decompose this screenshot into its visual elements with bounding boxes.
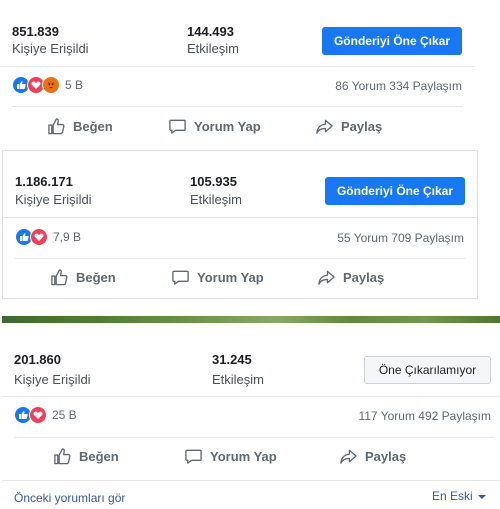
engagement-label: Etkileşim [190, 192, 243, 207]
divider [0, 66, 475, 67]
share-icon [340, 449, 357, 464]
engagement-value: 144.493 [187, 24, 234, 39]
reach-value: 1.186.171 [15, 174, 73, 189]
share-button[interactable]: Paylaş [317, 268, 384, 287]
divider [3, 217, 477, 218]
sort-dropdown[interactable]: En Eski [432, 489, 486, 503]
reach-value: 201.860 [14, 352, 61, 367]
caret-down-icon [477, 495, 486, 499]
divider [2, 396, 500, 397]
reach-label: Kişiye Erişildi [12, 41, 89, 56]
love-reaction-icon [30, 228, 48, 246]
reach-label: Kişiye Erişildi [15, 192, 92, 207]
share-button[interactable]: Paylaş [339, 447, 406, 466]
thumbs-up-icon [48, 118, 65, 135]
share-label: Paylaş [341, 119, 383, 134]
thumbs-up-icon [51, 269, 68, 286]
reach-value: 851.839 [12, 24, 59, 39]
comment-icon [169, 119, 186, 134]
engagement-label: Etkileşim [187, 41, 240, 56]
comment-label: Yorum Yap [210, 449, 277, 464]
comment-label: Yorum Yap [194, 119, 261, 134]
reach-label: Kişiye Erişildi [14, 372, 91, 387]
reactions-summary[interactable]: 5 B [12, 76, 83, 94]
share-icon [318, 270, 335, 285]
comment-share-counts[interactable]: 117 Yorum 492 Paylaşım [358, 409, 491, 423]
previous-comments-link[interactable]: Önceki yorumları gör [14, 491, 125, 505]
comment-button[interactable]: Yorum Yap [171, 268, 264, 287]
reaction-count: 5 B [65, 78, 84, 92]
post-card-1: 851.839 Kişiye Erişildi 144.493 Etkileşi… [0, 0, 475, 150]
comment-icon [185, 449, 202, 464]
thumbs-up-icon [54, 448, 71, 465]
post-card-3: 201.860 Kişiye Erişildi 31.245 Etkileşim… [2, 316, 500, 509]
photo-edge [2, 316, 500, 323]
engagement-label: Etkileşim [212, 372, 265, 387]
boost-unavailable-button: Öne Çıkarılamıyor [364, 356, 491, 384]
share-label: Paylaş [343, 270, 385, 285]
divider [14, 437, 494, 438]
like-button[interactable]: Beğen [53, 447, 119, 466]
boost-post-button[interactable]: Gönderiyi Öne Çıkar [322, 27, 462, 55]
comment-share-counts[interactable]: 86 Yorum 334 Paylaşım [335, 79, 462, 93]
reactions-summary[interactable]: 7,9 B [15, 228, 81, 246]
like-label: Beğen [79, 449, 119, 464]
reaction-count: 7,9 B [53, 230, 82, 244]
sort-label: En Eski [432, 489, 473, 503]
share-button[interactable]: Paylaş [315, 117, 382, 136]
engagement-value: 31.245 [212, 352, 252, 367]
divider [12, 106, 463, 107]
like-button[interactable]: Beğen [50, 268, 116, 287]
comment-label: Yorum Yap [197, 270, 264, 285]
like-label: Beğen [73, 119, 113, 134]
reaction-count: 25 B [52, 408, 77, 422]
divider [2, 480, 500, 481]
post-card-2: 1.186.171 Kişiye Erişildi 105.935 Etkile… [2, 150, 478, 299]
boost-post-button[interactable]: Gönderiyi Öne Çıkar [325, 177, 465, 205]
comment-share-counts[interactable]: 55 Yorum 709 Paylaşım [337, 231, 464, 245]
comment-icon [172, 270, 189, 285]
like-label: Beğen [76, 270, 116, 285]
share-icon [316, 119, 333, 134]
divider [15, 258, 465, 259]
angry-reaction-icon [42, 76, 60, 94]
love-reaction-icon [29, 406, 47, 424]
share-label: Paylaş [365, 449, 407, 464]
comment-button[interactable]: Yorum Yap [184, 447, 277, 466]
engagement-value: 105.935 [190, 174, 237, 189]
reactions-summary[interactable]: 25 B [14, 406, 77, 424]
like-button[interactable]: Beğen [47, 117, 113, 136]
comment-button[interactable]: Yorum Yap [168, 117, 261, 136]
